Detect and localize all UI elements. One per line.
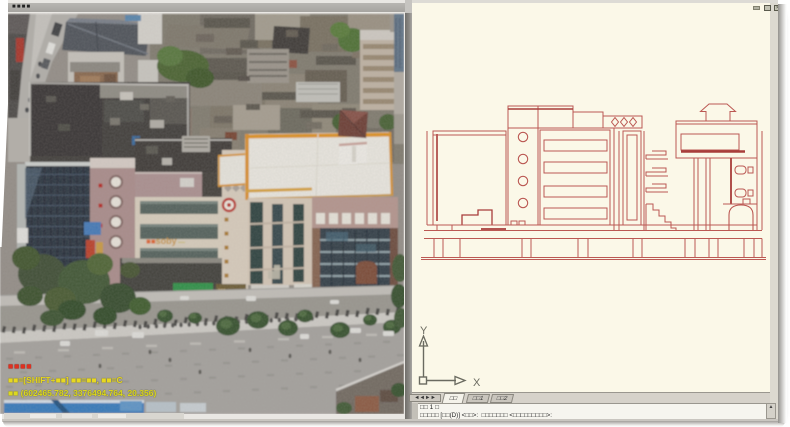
svg-text:X: X	[473, 377, 481, 389]
svg-text:Y: Y	[420, 325, 428, 337]
